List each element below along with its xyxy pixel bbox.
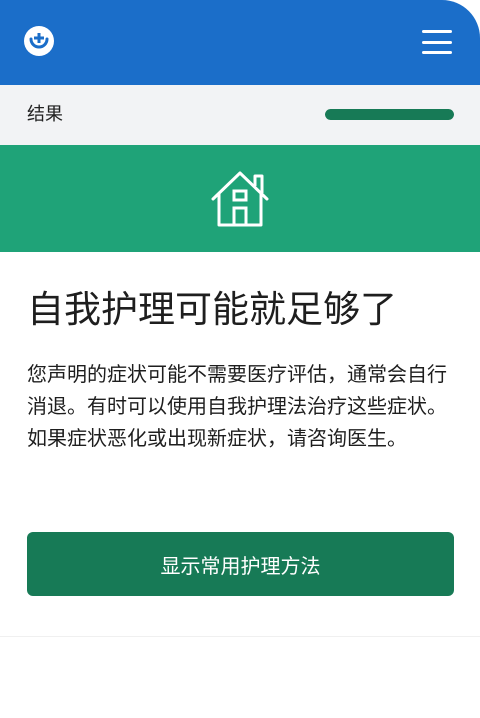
result-banner xyxy=(0,145,480,252)
divider xyxy=(0,636,480,637)
medical-logo-icon[interactable] xyxy=(24,26,54,56)
progress-bar-fill xyxy=(325,109,454,120)
logo-glyph xyxy=(29,33,49,49)
hamburger-menu-icon[interactable] xyxy=(422,30,452,54)
menu-line xyxy=(422,51,452,54)
home-icon xyxy=(211,171,269,226)
progress-label: 结果 xyxy=(27,104,63,125)
progress-bar xyxy=(325,109,454,120)
show-care-methods-button[interactable]: 显示常用护理方法 xyxy=(27,532,454,596)
result-description: 您声明的症状可能不需要医疗评估，通常会自行消退。有时可以使用自我护理法治疗这些症… xyxy=(27,362,447,450)
menu-line xyxy=(422,40,452,44)
menu-line xyxy=(422,30,452,33)
progress-section: 结果 xyxy=(0,85,480,145)
page-title: 自我护理可能就足够了 xyxy=(27,288,397,331)
app-header xyxy=(0,0,480,85)
